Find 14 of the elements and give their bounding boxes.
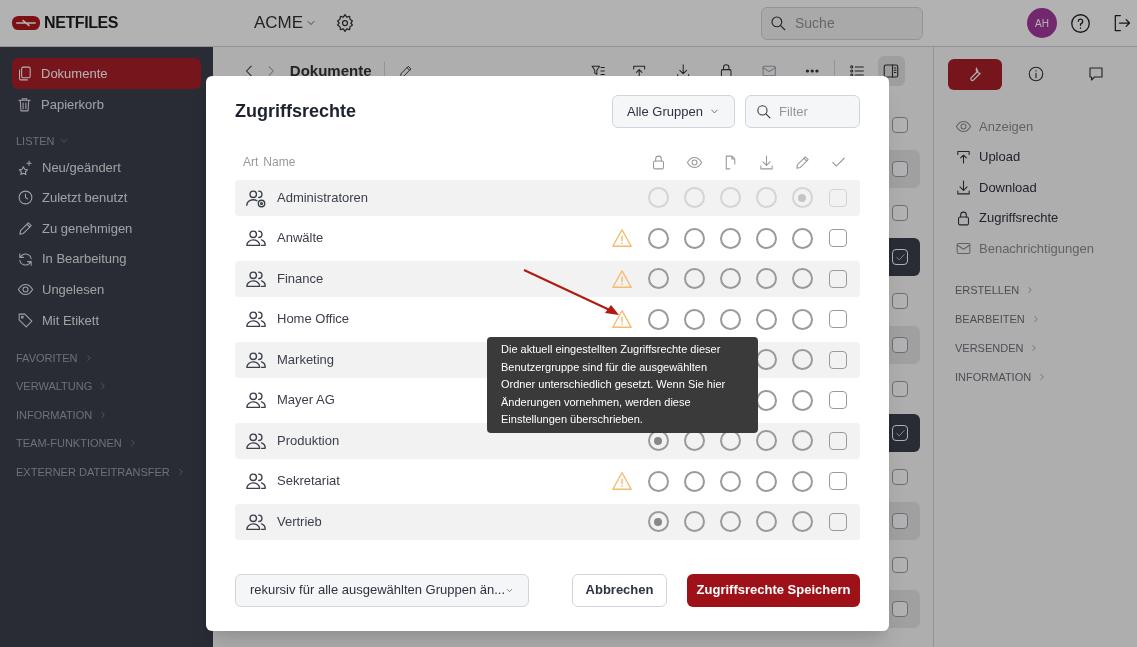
group-name: Vertrieb: [277, 512, 322, 531]
brand-name: NETFILES: [44, 13, 119, 33]
group-name: Sekretariat: [277, 472, 340, 491]
tooltip: Die aktuell eingestellten Zugriffsrechte dieser Benutzergruppe sind für die ausgewählten Ordner unterschiedlich gesetzt. Wenn Sie hier Änderungen vornehmen, werden diese Einstellungen überschrieben.: [487, 337, 758, 433]
group-name: Marketing: [277, 350, 335, 369]
group-name: Mayer AG: [277, 391, 335, 410]
dialog-title: Zugriffsrechte: [235, 100, 357, 123]
group-name: Finance: [277, 269, 324, 288]
group-name: Anwälte: [277, 229, 324, 248]
group-name: Home Office: [277, 310, 349, 329]
group-name: Administratoren: [277, 188, 369, 207]
group-name: Produktion: [277, 431, 340, 450]
column-header: Name: [263, 154, 296, 171]
column-header: Art: [243, 154, 259, 171]
